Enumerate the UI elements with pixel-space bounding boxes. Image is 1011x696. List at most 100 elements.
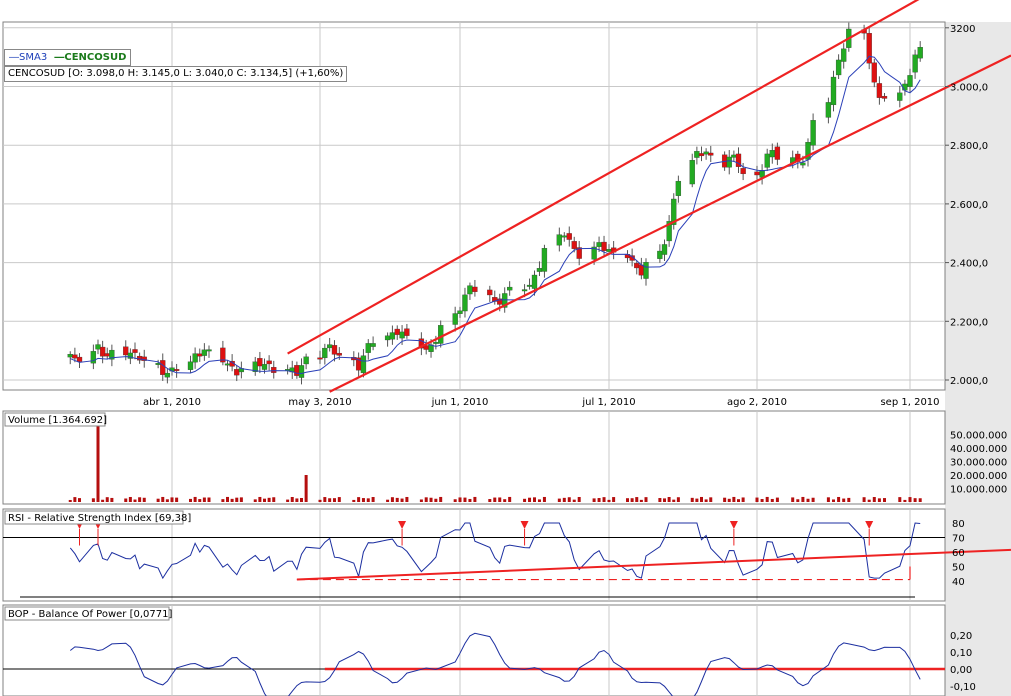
candle-up <box>694 151 700 158</box>
volume-bar <box>156 498 160 502</box>
volume-bar <box>567 497 571 502</box>
volume-bar <box>775 497 779 502</box>
volume-bar <box>124 498 128 502</box>
rsi-axis-label: 50 <box>952 563 965 574</box>
volume-bar <box>918 498 922 502</box>
volume-bar <box>295 498 299 502</box>
candle-down <box>740 168 746 175</box>
volume-bar <box>723 497 727 502</box>
candle-up <box>657 250 663 259</box>
candle-up <box>67 354 73 358</box>
candle-up <box>365 343 371 353</box>
volume-bar <box>562 497 566 502</box>
volume-title-group: Volume [1.364.692] <box>4 412 107 427</box>
candle-down <box>336 352 342 356</box>
volume-bar <box>760 499 764 502</box>
volume-bar <box>175 497 179 502</box>
volume-bar <box>883 498 886 502</box>
volume-bar <box>630 498 634 502</box>
candle-down <box>638 264 645 276</box>
volume-bar <box>867 499 871 502</box>
candle-down <box>266 360 272 365</box>
bop-axis-label: -0,10 <box>950 682 976 693</box>
volume-bar <box>110 497 114 502</box>
volume-bar <box>676 497 680 502</box>
series-legend[interactable]: ―SMA3 ―CENCOSUD <box>4 49 132 66</box>
volume-bar <box>626 498 629 502</box>
volume-bar <box>791 497 795 502</box>
volume-bar <box>842 498 846 502</box>
date-axis-label: may 3, 2010 <box>288 397 351 408</box>
volume-bar <box>165 499 169 502</box>
volume-bar <box>508 496 512 502</box>
candle-down <box>634 263 640 269</box>
volume-axis-label: 30.000.000 <box>950 458 1007 469</box>
volume-bar <box>847 497 851 502</box>
candle-down <box>72 354 78 359</box>
sma-legend-swatch: ― <box>9 52 19 63</box>
volume-bar <box>732 496 736 502</box>
candle-up <box>399 331 405 339</box>
volume-bar <box>741 497 745 502</box>
bop-title-group: BOP - Balance Of Power [0,0771] <box>4 606 172 621</box>
candle-down <box>123 346 129 356</box>
rsi-axis-label: 80 <box>952 519 965 530</box>
volume-bar <box>602 497 606 502</box>
volume-bar <box>826 497 830 502</box>
candle-up <box>675 180 682 196</box>
price-axis-label: 2.400,0 <box>950 259 988 270</box>
volume-bar <box>239 497 243 502</box>
ohlc-readout: CENCOSUD [O: 3.098,0 H: 3.145,0 L: 3.040… <box>4 66 348 82</box>
volume-bar <box>230 498 234 502</box>
volume-bar <box>91 498 95 502</box>
volume-bar <box>695 498 699 502</box>
bop-axis-label: 0,10 <box>950 648 972 659</box>
volume-bar <box>523 498 527 502</box>
date-axis-label: jul 1, 2010 <box>581 397 635 408</box>
volume-bar <box>672 499 676 502</box>
volume-bar <box>142 497 146 502</box>
chart-root: { "legend": {"sma_label": "SMA3", "symbo… <box>0 0 1011 696</box>
volume-bar <box>473 496 477 502</box>
volume-bar <box>68 499 72 502</box>
date-axis-label: ago 2, 2010 <box>727 397 787 408</box>
volume-bar <box>700 496 703 502</box>
candle-up <box>95 344 101 350</box>
candle-up <box>841 48 847 62</box>
volume-bar <box>612 497 616 502</box>
candle-up <box>507 286 513 291</box>
volume-bar <box>429 497 433 502</box>
candle-up <box>467 285 473 295</box>
volume-bar <box>235 497 239 502</box>
volume-bar <box>755 497 759 502</box>
bop-title: BOP - Balance Of Power [0,0771] <box>8 609 172 620</box>
volume-bar <box>304 475 308 502</box>
volume-bar <box>290 496 294 502</box>
volume-bar <box>639 499 643 502</box>
candle-down <box>876 83 883 98</box>
volume-bar <box>258 496 262 502</box>
volume-bar <box>877 498 881 502</box>
candle-up <box>389 332 396 340</box>
candle-down <box>160 360 166 375</box>
volume-bar <box>96 423 100 502</box>
date-axis-label: sep 1, 2010 <box>880 397 939 408</box>
volume-bar <box>424 497 428 502</box>
candle-down <box>404 328 410 336</box>
volume-bar <box>690 497 694 502</box>
volume-bar <box>796 499 800 502</box>
candle-down <box>317 357 323 360</box>
rsi-axis-label: 70 <box>952 534 965 545</box>
volume-axis-label: 20.000.000 <box>950 471 1007 482</box>
price-axis-label: 2.800,0 <box>950 141 988 152</box>
candle-down <box>601 241 607 251</box>
candle-up <box>726 156 732 168</box>
candle-up <box>206 349 212 352</box>
price-axis-label: 2.200,0 <box>950 317 988 328</box>
volume-bar <box>607 499 611 502</box>
volume-bar <box>498 497 502 502</box>
candle-up <box>360 355 367 374</box>
volume-bar <box>133 499 137 502</box>
rsi-title: RSI - Relative Strength Index [69,38] <box>8 513 191 524</box>
volume-bar <box>105 497 109 502</box>
